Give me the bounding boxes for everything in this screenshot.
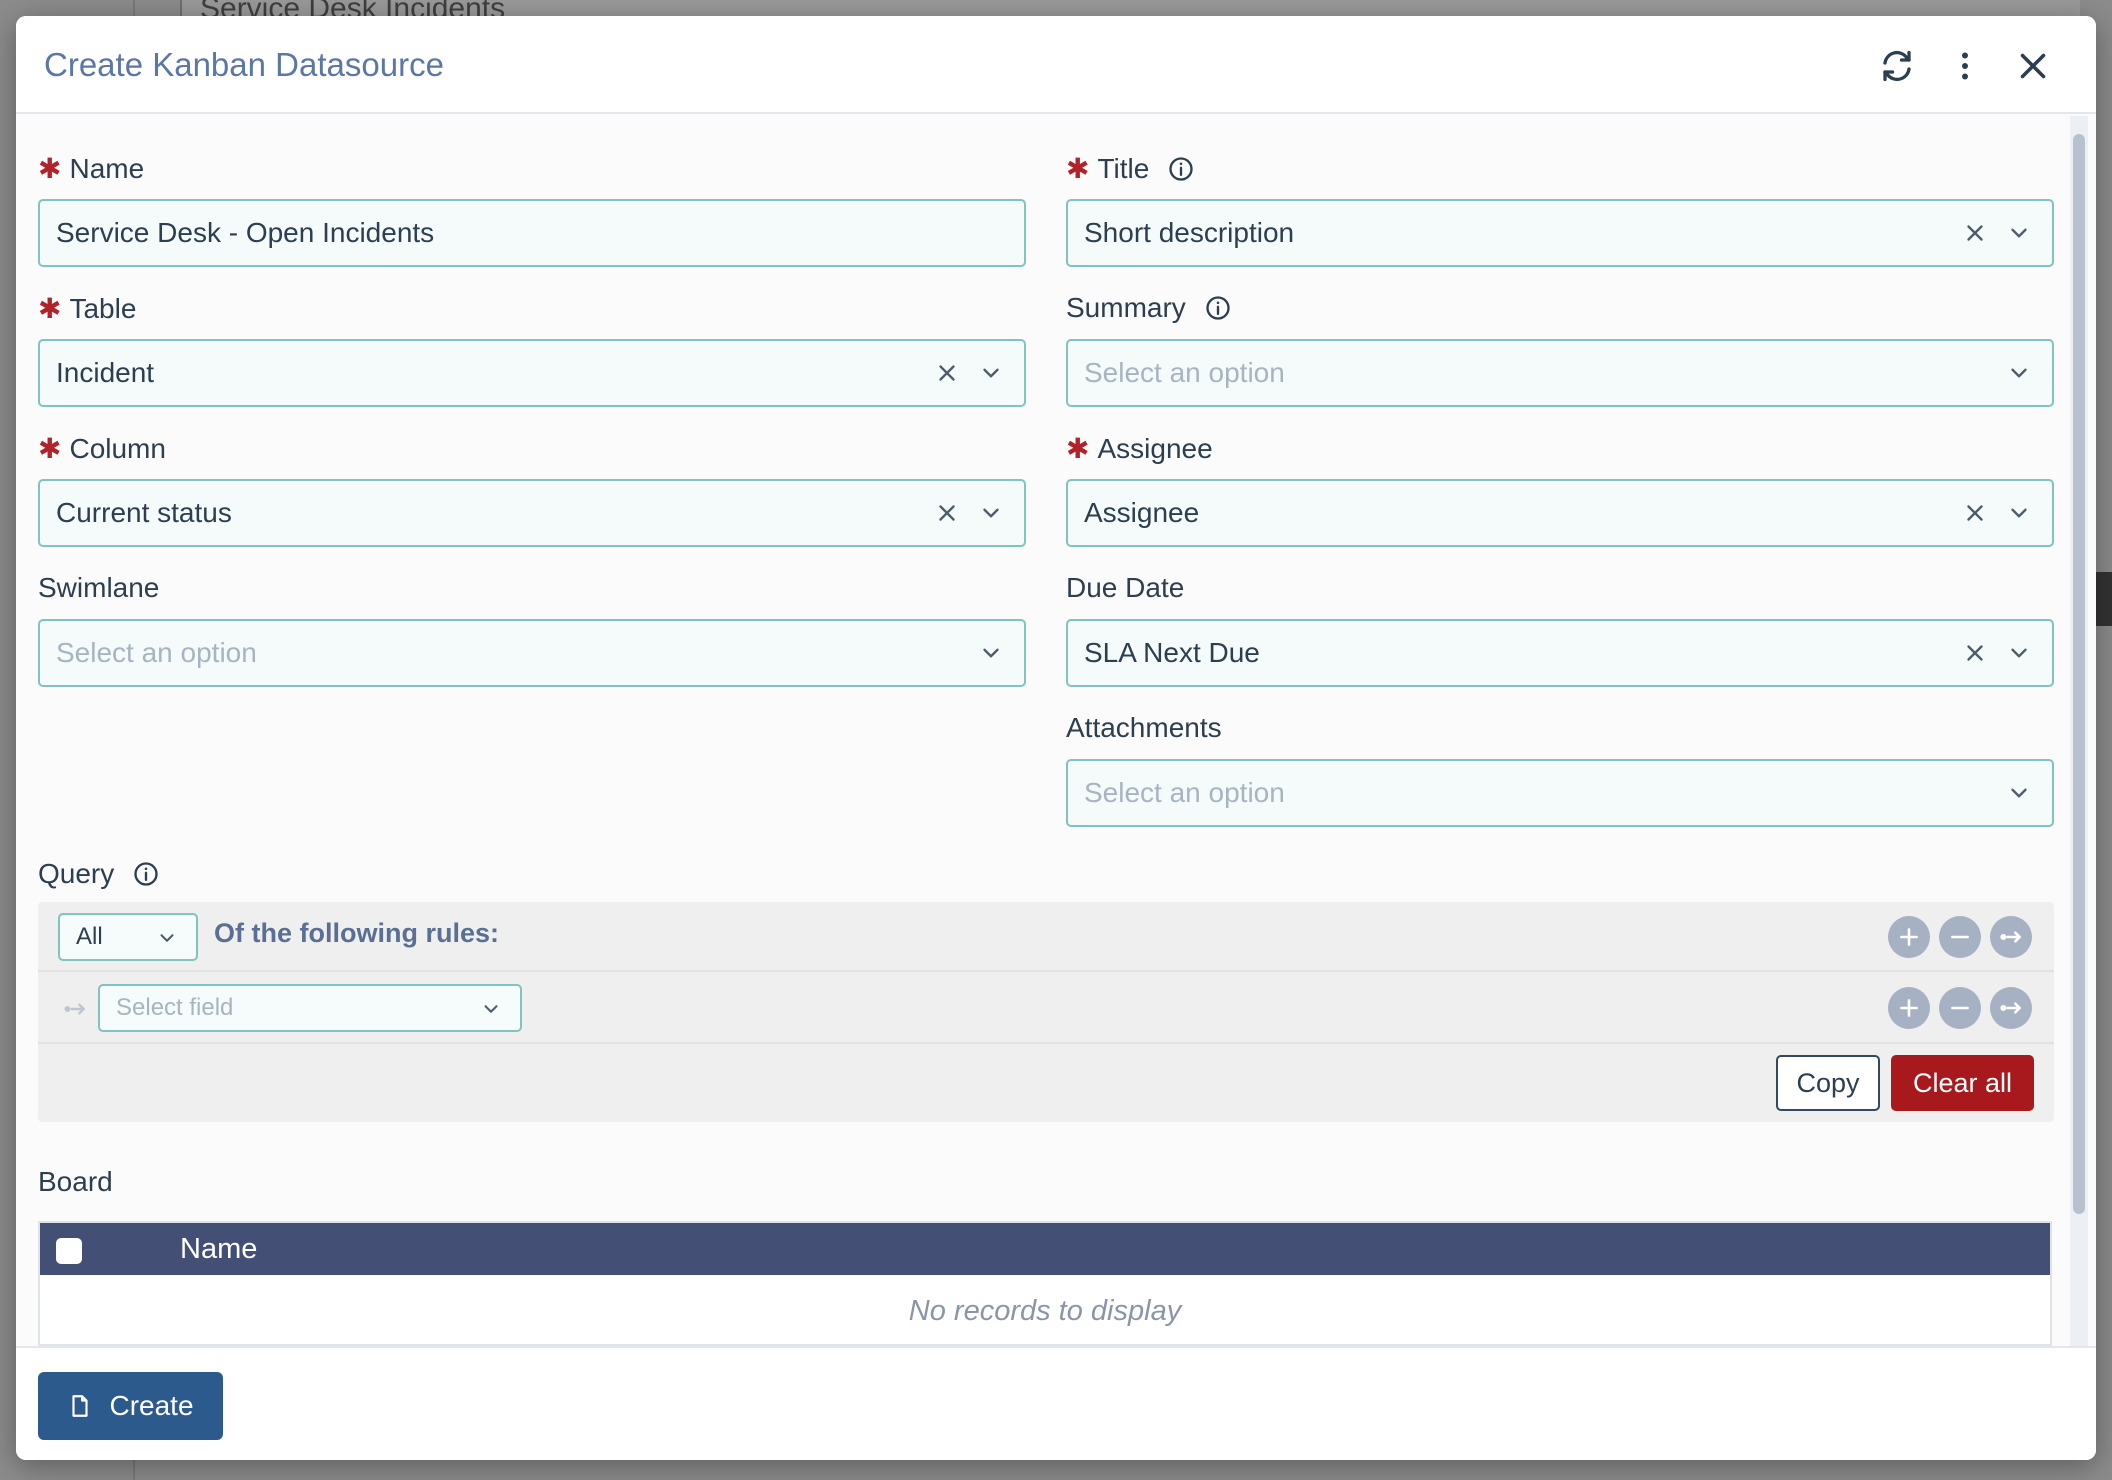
- chevron-down-icon[interactable]: [2006, 201, 2032, 265]
- summary-select-placeholder: Select an option: [1084, 357, 1285, 388]
- title-select-value: Short description: [1084, 217, 1295, 248]
- clear-all-button[interactable]: Clear all: [1891, 1055, 2034, 1111]
- name-input-value: Service Desk - Open Incidents: [56, 217, 435, 248]
- rule-field-placeholder: Select field: [116, 994, 234, 1021]
- create-button[interactable]: Create: [38, 1372, 223, 1440]
- clear-icon[interactable]: [934, 341, 960, 405]
- column-header-name[interactable]: Name: [180, 1233, 257, 1266]
- required-marker: ✱: [38, 433, 62, 464]
- column-select-value: Current status: [56, 497, 232, 528]
- vertical-scrollbar[interactable]: [2070, 116, 2088, 1346]
- backdrop-edge-tab: [2094, 572, 2112, 626]
- query-label-text: Query: [38, 858, 115, 889]
- combinator-select[interactable]: All: [58, 913, 198, 961]
- clear-icon[interactable]: [934, 481, 960, 545]
- query-label: Query: [38, 858, 160, 890]
- query-group-header: All Of the following rules:: [38, 902, 2054, 972]
- more-vertical-icon[interactable]: [1945, 46, 1985, 86]
- swimlane-label: Swimlane: [38, 572, 159, 604]
- chevron-down-icon[interactable]: [978, 481, 1004, 545]
- name-input[interactable]: Service Desk - Open Incidents: [38, 199, 1026, 267]
- refresh-icon[interactable]: [1877, 46, 1917, 86]
- board-label: Board: [38, 1166, 113, 1197]
- dialog-footer: Create: [16, 1346, 2096, 1460]
- due-date-label-text: Due Date: [1066, 572, 1185, 603]
- summary-label-text: Summary: [1066, 292, 1186, 323]
- chevron-down-icon: [484, 1005, 498, 1013]
- table-select-value: Incident: [56, 357, 155, 388]
- table-label: ✱ Table: [38, 292, 136, 325]
- chevron-down-icon[interactable]: [2006, 481, 2032, 545]
- required-marker: ✱: [38, 293, 62, 324]
- info-icon[interactable]: [132, 860, 160, 888]
- assignee-select[interactable]: Assignee: [1066, 479, 2054, 547]
- chevron-down-icon[interactable]: [2006, 761, 2032, 825]
- chevron-down-icon: [160, 934, 174, 942]
- add-group-button[interactable]: [1990, 916, 2032, 958]
- column-label-text: Column: [69, 432, 166, 464]
- close-icon[interactable]: [2013, 46, 2053, 86]
- remove-rule-button[interactable]: [1939, 916, 1981, 958]
- assignee-select-value: Assignee: [1084, 497, 1200, 528]
- query-builder: All Of the following rules: Select field: [38, 902, 2054, 1122]
- copy-query-button[interactable]: Copy: [1776, 1055, 1880, 1111]
- clear-icon[interactable]: [1962, 481, 1988, 545]
- rules-title: Of the following rules:: [214, 918, 499, 948]
- title-select[interactable]: Short description: [1066, 199, 2054, 267]
- name-label-text: Name: [69, 152, 145, 184]
- info-icon[interactable]: [1167, 155, 1195, 183]
- add-group-button[interactable]: [1990, 987, 2032, 1029]
- swimlane-label-text: Swimlane: [38, 572, 160, 603]
- create-button-label: Create: [109, 1390, 194, 1421]
- add-rule-button[interactable]: [1888, 987, 1930, 1029]
- grid-header: Name: [40, 1223, 2050, 1275]
- select-all-checkbox[interactable]: [56, 1238, 82, 1264]
- table-select[interactable]: Incident: [38, 339, 1026, 407]
- due-date-select-value: SLA Next Due: [1084, 637, 1260, 668]
- swimlane-select[interactable]: Select an option: [38, 619, 1026, 687]
- board-grid: Name No records to display: [38, 1221, 2052, 1346]
- chevron-down-icon[interactable]: [978, 621, 1004, 685]
- drag-handle-icon[interactable]: [62, 996, 88, 1022]
- empty-message: No records to display: [908, 1295, 1182, 1327]
- required-marker: ✱: [38, 153, 62, 184]
- required-marker: ✱: [1066, 153, 1090, 184]
- document-icon: [72, 1395, 89, 1417]
- scrollbar-thumb[interactable]: [2073, 134, 2085, 1214]
- chevron-down-icon[interactable]: [2006, 341, 2032, 405]
- assignee-label-text: Assignee: [1097, 432, 1213, 464]
- column-select[interactable]: Current status: [38, 479, 1026, 547]
- required-marker: ✱: [1066, 433, 1090, 464]
- dialog-header: Create Kanban Datasource: [16, 16, 2096, 114]
- attachments-label: Attachments: [1066, 712, 1222, 744]
- chevron-down-icon[interactable]: [2006, 621, 2032, 685]
- title-label: ✱ Title: [1066, 152, 1195, 185]
- attachments-select-placeholder: Select an option: [1084, 777, 1285, 808]
- title-label-text: Title: [1097, 152, 1150, 184]
- add-rule-button[interactable]: [1888, 916, 1930, 958]
- combinator-value: All: [76, 923, 103, 950]
- create-datasource-dialog: Create Kanban Datasource ✱ Name Service …: [16, 16, 2096, 1460]
- table-label-text: Table: [69, 292, 137, 324]
- attachments-select[interactable]: Select an option: [1066, 759, 2054, 827]
- attachments-label-text: Attachments: [1066, 712, 1222, 743]
- name-label: ✱ Name: [38, 152, 144, 185]
- chevron-down-icon[interactable]: [978, 341, 1004, 405]
- summary-label: Summary: [1066, 292, 1232, 324]
- dialog-title: Create Kanban Datasource: [44, 46, 444, 83]
- due-date-select[interactable]: SLA Next Due: [1066, 619, 2054, 687]
- due-date-label: Due Date: [1066, 572, 1184, 604]
- summary-select[interactable]: Select an option: [1066, 339, 2054, 407]
- clear-icon[interactable]: [1962, 621, 1988, 685]
- clear-icon[interactable]: [1962, 201, 1988, 265]
- remove-rule-button[interactable]: [1939, 987, 1981, 1029]
- swimlane-select-placeholder: Select an option: [56, 637, 257, 668]
- assignee-label: ✱ Assignee: [1066, 432, 1213, 465]
- info-icon[interactable]: [1204, 294, 1232, 322]
- column-label: ✱ Column: [38, 432, 166, 465]
- rule-field-select[interactable]: Select field: [98, 984, 522, 1032]
- query-rule-row: Select field: [38, 974, 2054, 1044]
- dialog-body: ✱ Name Service Desk - Open Incidents ✱ T…: [16, 116, 2076, 1346]
